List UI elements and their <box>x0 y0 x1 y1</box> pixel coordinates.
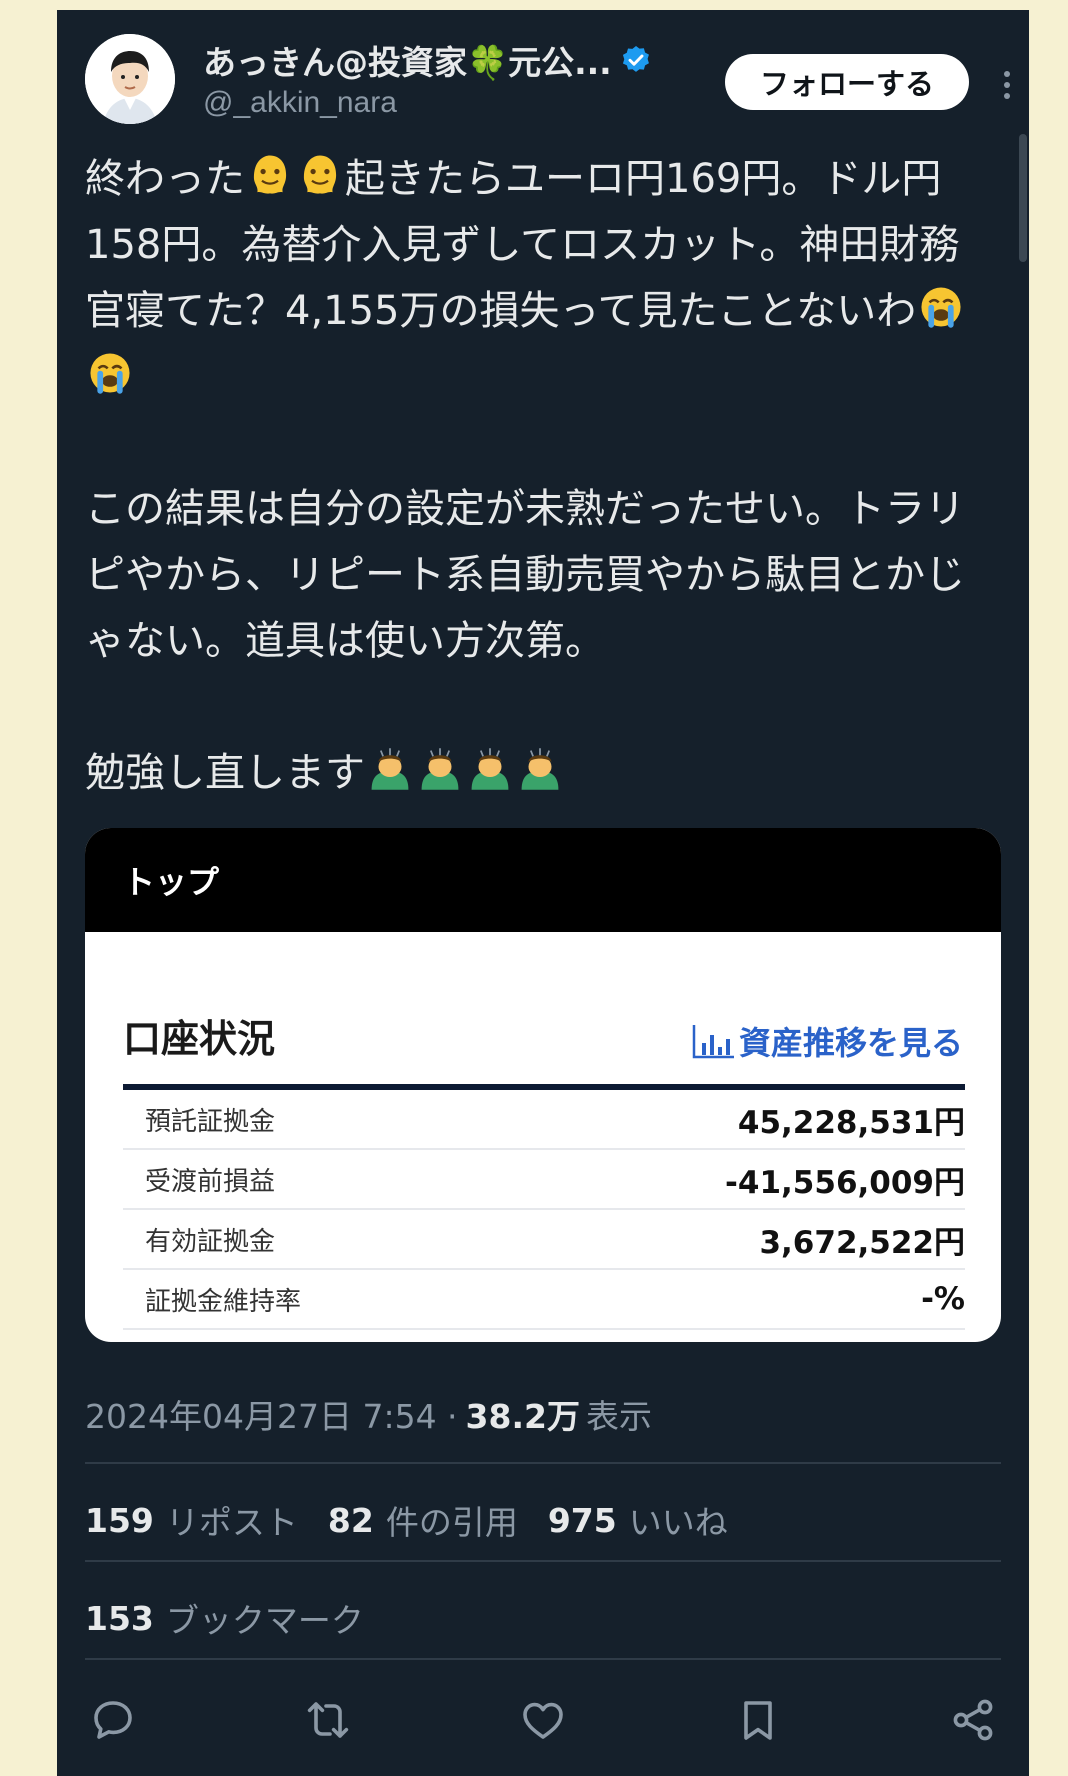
account-row: 受渡前損益 -41,556,009円 <box>123 1150 965 1210</box>
like-stat[interactable]: 975 いいね <box>548 1496 728 1544</box>
author-names: あっきん@投資家🍀元公... @_akkin_nara <box>203 38 673 120</box>
tweet-frame: あっきん@投資家🍀元公... @_akkin_nara フォローする 終わった起… <box>57 10 1029 1776</box>
crying-face-emoji <box>90 353 130 394</box>
tweet-paragraph-2: この結果は自分の設定が未熟だったせい。トラリピやから、リピート系自動売買やから駄… <box>85 486 965 664</box>
account-row: 証拠金維持率 -% <box>123 1270 965 1330</box>
card-top-bar: トップ <box>85 828 1001 932</box>
repost-count: 159 <box>85 1500 154 1540</box>
reply-icon <box>94 1701 132 1739</box>
row-label: 有効証拠金 <box>145 1226 276 1257</box>
divider <box>85 1560 1001 1562</box>
like-icon <box>523 1702 563 1739</box>
row-value: 45,228,531円 <box>737 1104 965 1141</box>
tweet-paragraph-3: 勉強し直します <box>85 740 985 806</box>
scrollbar[interactable] <box>1019 134 1027 262</box>
repost-button[interactable] <box>300 1692 356 1748</box>
tweet-paragraph-1: 終わった 起きたらユーロ円169円。ドル円158円。為替介入見ずしてロスカット。神… <box>85 146 985 410</box>
bookmark-button[interactable] <box>730 1692 786 1748</box>
account-rows: 預託証拠金 45,228,531円 受渡前損益 -41,556,009円 有効証… <box>123 1090 965 1330</box>
like-button[interactable] <box>515 1692 571 1748</box>
avatar-illustration <box>85 34 175 124</box>
like-label: いいね <box>628 1503 728 1542</box>
follow-button[interactable]: フォローする <box>725 54 969 110</box>
asset-history-label: 資産推移を見る <box>738 1024 963 1062</box>
row-value: -% <box>921 1281 965 1317</box>
row-value: -41,556,009円 <box>725 1164 965 1201</box>
engagement-stats: 159 リポスト 82 件の引用 975 いいね <box>85 1496 1005 1544</box>
row-label: 受渡前損益 <box>145 1166 276 1197</box>
row-label: 証拠金維持率 <box>145 1286 302 1317</box>
view-label: 表示 <box>585 1397 652 1436</box>
quote-stat[interactable]: 82 件の引用 <box>328 1496 518 1544</box>
bowing-person-emoji <box>421 748 459 790</box>
more-icon[interactable] <box>1003 70 1011 100</box>
handle[interactable]: @_akkin_nara <box>203 86 673 120</box>
repost-stat[interactable]: 159 リポスト <box>85 1496 298 1544</box>
share-button[interactable] <box>945 1692 1001 1748</box>
tweet-text-part-1: 終わった <box>85 156 245 202</box>
account-screenshot-card[interactable]: トップ 口座状況 資産推移を見る 預託証拠金 45,228,531円 受渡前損益… <box>85 828 1001 1342</box>
tweet-meta: 2024年04月27日 7:54 · 38.2万 表示 <box>85 1390 1005 1438</box>
bookmark-label: ブックマーク <box>165 1601 364 1640</box>
bowing-person-emoji <box>371 748 409 790</box>
melting-face-emoji <box>303 155 337 194</box>
crying-face-emoji <box>921 287 961 328</box>
verified-badge-icon <box>622 46 649 72</box>
bookmark-icon <box>744 1701 772 1740</box>
bowing-person-emoji <box>471 748 509 790</box>
bar-chart-icon <box>692 1025 734 1059</box>
tweet-text: 終わった 起きたらユーロ円169円。ドル円158円。為替介入見ずしてロスカット。神… <box>85 146 985 872</box>
account-row: 有効証拠金 3,672,522円 <box>123 1210 965 1270</box>
display-name[interactable]: あっきん@投資家🍀元公... <box>203 36 612 84</box>
tweet-header: あっきん@投資家🍀元公... @_akkin_nara フォローする <box>85 34 1010 134</box>
account-row: 預託証拠金 45,228,531円 <box>123 1090 965 1150</box>
divider <box>85 1462 1001 1464</box>
account-status-header: 口座状況 資産推移を見る <box>123 1008 963 1062</box>
melting-face-emoji <box>253 155 287 194</box>
asset-history-link[interactable]: 資産推移を見る <box>691 1018 963 1064</box>
tweet-actions <box>85 1690 1001 1750</box>
divider <box>85 1658 1001 1660</box>
bookmark-stat[interactable]: 153 ブックマーク <box>85 1594 364 1642</box>
row-label: 預託証拠金 <box>145 1106 276 1137</box>
quote-count: 82 <box>327 1500 374 1540</box>
bookmark-count: 153 <box>85 1598 154 1638</box>
repost-label: リポスト <box>165 1503 298 1542</box>
bowing-person-emoji <box>521 748 559 790</box>
view-count: 38.2万 <box>465 1397 580 1436</box>
bookmark-stats: 153 ブックマーク <box>85 1594 1005 1642</box>
section-title: 口座状況 <box>123 1017 276 1061</box>
repost-icon <box>307 1702 349 1738</box>
share-icon <box>953 1699 993 1741</box>
avatar[interactable] <box>85 34 175 124</box>
tweet-text-part-3: 勉強し直します <box>85 750 365 796</box>
reply-button[interactable] <box>85 1692 141 1748</box>
like-count: 975 <box>547 1500 617 1540</box>
quote-label: 件の引用 <box>385 1503 518 1542</box>
tweet-timestamp[interactable]: 2024年04月27日 7:54 · <box>85 1390 458 1438</box>
row-value: 3,672,522円 <box>759 1224 965 1261</box>
